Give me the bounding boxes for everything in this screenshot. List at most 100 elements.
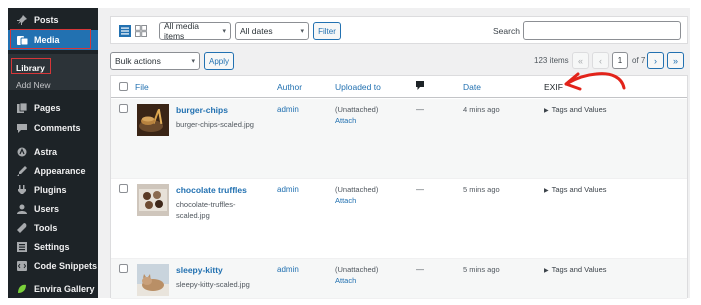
column-header-uploaded-to[interactable]: Uploaded to <box>335 82 381 92</box>
media-filename: chocolate-truffles-scaled.jpg <box>176 200 236 220</box>
upload-date: 4 mins ago <box>463 105 500 114</box>
chevron-down-icon: ▾ <box>300 28 304 35</box>
author-link[interactable]: admin <box>277 265 299 274</box>
submenu-item-add-new[interactable]: Add New <box>16 80 51 90</box>
upload-date: 5 mins ago <box>463 265 500 274</box>
upload-date: 5 mins ago <box>463 185 500 194</box>
sidebar-item-appearance[interactable]: Appearance <box>8 161 98 181</box>
attach-link[interactable]: Attach <box>335 196 356 205</box>
row-checkbox[interactable] <box>119 264 128 273</box>
prev-page-button[interactable]: ‹ <box>592 52 609 69</box>
chevron-down-icon: ▾ <box>191 58 195 65</box>
row-checkbox[interactable] <box>119 184 128 193</box>
date-value: All dates <box>240 26 273 36</box>
attach-link[interactable]: Attach <box>335 116 356 125</box>
sidebar-item-plugins[interactable]: Plugins <box>8 180 98 200</box>
media-thumbnail[interactable] <box>137 184 169 216</box>
settings-icon <box>16 241 28 253</box>
exif-toggle-label: Tags and Values <box>551 265 607 274</box>
date-select[interactable]: All dates ▾ <box>235 22 309 40</box>
exif-toggle-label: Tags and Values <box>551 105 607 114</box>
media-type-select[interactable]: All media items ▾ <box>159 21 231 41</box>
users-icon <box>16 203 28 215</box>
table-row: sleepy-kitty sleepy-kitty-scaled.jpg adm… <box>111 259 687 299</box>
sidebar-item-code-snippets[interactable]: Code Snippets <box>8 256 98 276</box>
sidebar-item-astra[interactable]: Astra <box>8 142 98 162</box>
select-all-checkbox[interactable] <box>119 82 128 91</box>
media-filename: burger-chips-scaled.jpg <box>176 120 254 129</box>
sidebar-item-settings[interactable]: Settings <box>8 237 98 257</box>
envira-icon <box>16 283 28 295</box>
triangle-right-icon: ▶ <box>544 268 549 274</box>
sidebar-item-label: Plugins <box>34 185 67 195</box>
media-thumbnail[interactable] <box>137 264 169 296</box>
pin-icon <box>16 14 28 26</box>
sidebar-item-label: Code Snippets <box>34 261 98 271</box>
sidebar-item-posts[interactable]: Posts <box>8 10 98 30</box>
sidebar-item-comments[interactable]: Comments <box>8 118 98 138</box>
search-label: Search <box>493 26 520 36</box>
bulk-actions-select[interactable]: Bulk actions ▾ <box>110 52 200 70</box>
sidebar-item-label: Posts <box>34 15 59 25</box>
library-highlight-box <box>11 58 51 74</box>
filter-button[interactable]: Filter <box>313 22 341 40</box>
apply-button[interactable]: Apply <box>204 52 234 70</box>
sidebar-item-pages[interactable]: Pages <box>8 98 98 118</box>
grid-view-icon[interactable] <box>135 24 147 37</box>
bulk-actions-value: Bulk actions <box>115 56 161 66</box>
sidebar-item-envira-gallery[interactable]: Envira Gallery <box>8 279 98 298</box>
author-link[interactable]: admin <box>277 185 299 194</box>
main-content: All media items ▾ All dates ▾ Filter Sea… <box>98 8 690 299</box>
total-pages: of 7 <box>632 56 646 65</box>
comments-count: — <box>416 265 424 274</box>
sidebar-item-users[interactable]: Users <box>8 199 98 219</box>
next-page-button[interactable]: › <box>647 52 664 69</box>
current-page-input[interactable]: 1 <box>612 52 628 69</box>
comments-count: — <box>416 185 424 194</box>
sidebar-item-label: Pages <box>34 103 61 113</box>
astra-icon <box>16 146 28 158</box>
first-page-button[interactable]: « <box>572 52 589 69</box>
media-table: File Author Uploaded to Date EXIF burger… <box>110 75 688 299</box>
media-title-link[interactable]: sleepy-kitty <box>176 265 223 275</box>
media-title-link[interactable]: burger-chips <box>176 105 228 115</box>
uploaded-to-status: (Unattached) <box>335 185 379 194</box>
attach-link[interactable]: Attach <box>335 276 356 285</box>
sidebar-item-label: Envira Gallery <box>34 284 95 294</box>
sidebar-item-label: Users <box>34 204 60 214</box>
author-link[interactable]: admin <box>277 105 299 114</box>
code-snippets-icon <box>16 260 28 272</box>
uploaded-to-status: (Unattached) <box>335 265 379 274</box>
admin-sidebar: Posts Media Library Add New Pages Commen… <box>8 8 98 298</box>
exif-toggle[interactable]: ▶ Tags and Values <box>544 265 607 274</box>
media-icon <box>16 34 28 46</box>
list-view-icon[interactable] <box>119 24 131 37</box>
exif-toggle[interactable]: ▶ Tags and Values <box>544 105 607 114</box>
sidebar-item-tools[interactable]: Tools <box>8 218 98 238</box>
column-header-file[interactable]: File <box>135 82 149 92</box>
table-row: burger-chips burger-chips-scaled.jpg adm… <box>111 99 687 179</box>
sidebar-item-label: Settings <box>34 242 70 252</box>
media-title-link[interactable]: chocolate truffles <box>176 185 247 195</box>
exif-toggle[interactable]: ▶ Tags and Values <box>544 185 607 194</box>
media-filter-bar: All media items ▾ All dates ▾ Filter Sea… <box>110 16 688 44</box>
wp-admin-media-library: Posts Media Library Add New Pages Commen… <box>0 0 701 305</box>
row-checkbox[interactable] <box>119 104 128 113</box>
table-row: chocolate truffles chocolate-truffles-sc… <box>111 179 687 259</box>
comments-column-icon[interactable] <box>416 81 424 92</box>
last-page-button[interactable]: » <box>667 52 684 69</box>
sidebar-item-label: Comments <box>34 123 81 133</box>
media-filename: sleepy-kitty-scaled.jpg <box>176 280 250 289</box>
sidebar-item-media[interactable]: Media <box>8 30 98 50</box>
sidebar-item-label: Media <box>34 35 60 45</box>
search-input[interactable] <box>523 21 681 40</box>
sidebar-item-label: Astra <box>34 147 58 157</box>
table-header: File Author Uploaded to Date EXIF <box>111 76 687 98</box>
media-thumbnail[interactable] <box>137 104 169 136</box>
items-count: 123 items <box>534 56 569 65</box>
uploaded-to-status: (Unattached) <box>335 105 379 114</box>
column-header-author[interactable]: Author <box>277 82 302 92</box>
sidebar-item-label: Appearance <box>34 166 86 176</box>
exif-toggle-label: Tags and Values <box>551 185 607 194</box>
column-header-date[interactable]: Date <box>463 82 481 92</box>
